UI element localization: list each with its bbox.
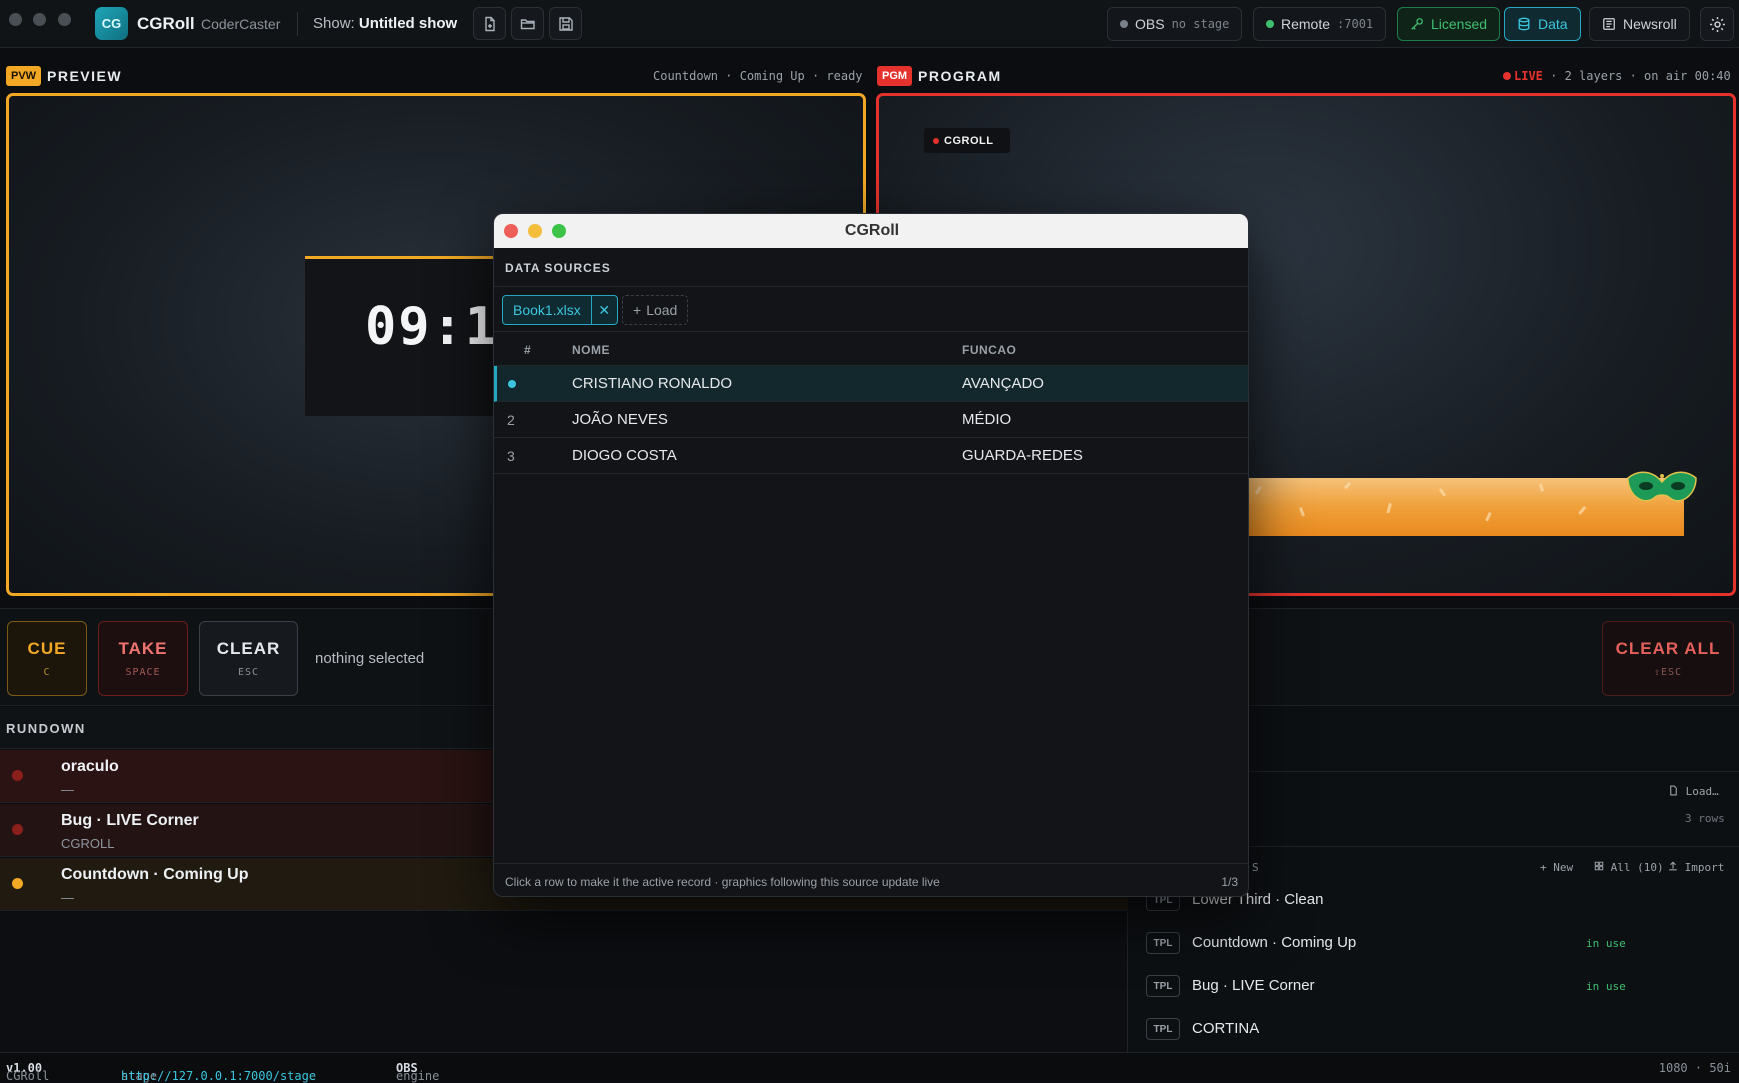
source-tab-label: Book1.xlsx (513, 302, 581, 318)
data-sources-header: DATA SOURCES (494, 248, 1248, 287)
rundown-status-dot (12, 824, 23, 835)
table-row[interactable]: CRISTIANO RONALDO AVANÇADO (494, 366, 1248, 402)
new-show-button[interactable] (473, 7, 506, 40)
column-header: NOME (572, 343, 610, 357)
active-record-dot (508, 380, 516, 388)
window-title: CGRoll (844, 222, 900, 239)
new-template-button[interactable]: + New (1540, 861, 1573, 874)
remote-status-dot (1266, 20, 1274, 28)
all-templates-button[interactable]: All (10) (1594, 861, 1664, 874)
confetti-decoration (1255, 482, 1636, 522)
remote-status[interactable]: Remote :7001 (1253, 7, 1387, 41)
settings-button[interactable] (1700, 7, 1734, 41)
save-show-button[interactable] (549, 7, 582, 40)
take-button[interactable]: TAKE SPACE (98, 621, 188, 696)
bug-dot (933, 137, 939, 144)
app-subtitle: CoderCaster (201, 16, 281, 32)
database-icon (1518, 17, 1530, 31)
rundown-status-dot (12, 878, 23, 889)
obs-status-dot (1120, 20, 1128, 28)
newsroll-button[interactable]: Newsroll (1589, 7, 1690, 41)
data-source-strip (1248, 772, 1739, 847)
app-logo: CG (95, 7, 128, 40)
plus-icon: + (633, 302, 642, 318)
clear-button[interactable]: CLEAR ESC (199, 621, 298, 696)
newspaper-icon (1603, 18, 1615, 30)
selection-status: nothing selected (315, 650, 425, 667)
library-strip (1248, 707, 1739, 772)
rundown-title: RUNDOWN (6, 721, 86, 736)
grid-icon (1594, 861, 1604, 871)
rundown-empty-area (0, 912, 1128, 1052)
file-icon (1670, 785, 1677, 796)
live-label: LIVE (1514, 69, 1543, 83)
show-name: Untitled show (358, 15, 458, 32)
footer-hint: Click a row to make it the active record… (505, 875, 940, 889)
status-format: 1080 · 50i (1658, 1061, 1731, 1075)
gear-icon (1709, 16, 1725, 32)
window-dot[interactable] (33, 13, 46, 26)
rundown-status-dot (12, 770, 23, 781)
data-sources-window: CGRoll DATA SOURCES Book1.xlsx ✕ + Load #… (493, 213, 1249, 897)
preview-status: Countdown · Coming Up · ready (653, 69, 863, 83)
obs-status[interactable]: OBS no stage (1107, 7, 1243, 41)
folder-open-icon (520, 18, 535, 29)
status-app: CGRoll v1.00 (6, 1061, 50, 1083)
column-header: FUNCAO (962, 343, 1017, 357)
import-button[interactable]: Import (1668, 861, 1724, 874)
rows-count: 3 rows (1685, 812, 1725, 825)
window-dot[interactable] (9, 13, 22, 26)
template-item[interactable]: TPL Countdown · Coming Up in use (1146, 928, 1736, 960)
lower-third-graphic (1239, 478, 1684, 536)
key-icon (1411, 18, 1423, 30)
carnival-mask-icon (1627, 471, 1697, 502)
preview-label: PREVIEW (47, 68, 123, 84)
live-dot (1503, 72, 1511, 80)
data-button[interactable]: Data (1504, 7, 1581, 41)
divider (297, 12, 298, 36)
window-dot[interactable] (58, 13, 71, 26)
licensed-button[interactable]: Licensed (1397, 7, 1501, 41)
record-count: 1/3 (1221, 875, 1238, 889)
cue-button[interactable]: CUE C (7, 621, 87, 696)
column-header: # (524, 343, 532, 357)
stage-url-link[interactable]: http://127.0.0.1:7000/stage (121, 1069, 316, 1083)
load-source-button[interactable]: + Load (622, 295, 689, 325)
source-tab[interactable]: Book1.xlsx ✕ (502, 295, 618, 325)
new-file-icon (484, 16, 495, 31)
clear-all-button[interactable]: CLEAR ALL ⇧ESC (1602, 621, 1734, 696)
load-data-button[interactable]: Load… (1668, 785, 1719, 798)
save-icon (558, 16, 573, 31)
live-bug-graphic: CGROLL (924, 128, 1010, 153)
program-label: PROGRAM (918, 68, 1002, 84)
app-name: CGRoll (137, 14, 195, 33)
preview-tag: PVW (6, 66, 42, 86)
table-header: # NOME FUNCAO (494, 332, 1248, 366)
window-titlebar: CGRoll (494, 214, 1248, 248)
status-bar: CGRoll v1.00 stage http://127.0.0.1:7000… (0, 1052, 1739, 1083)
status-engine: engine OBS (396, 1061, 440, 1083)
show-label: Show: Untitled show (313, 15, 458, 32)
template-item[interactable]: TPL CORTINA (1146, 1014, 1736, 1046)
close-tab-icon[interactable]: ✕ (590, 296, 617, 324)
table-row[interactable]: 3 DIOGO COSTA GUARDA-REDES (494, 438, 1248, 474)
table-row[interactable]: 2 JOÃO NEVES MÉDIO (494, 402, 1248, 438)
template-item[interactable]: TPL Bug · LIVE Corner in use (1146, 971, 1736, 1003)
upload-icon (1669, 861, 1677, 871)
data-sources-title: DATA SOURCES (505, 261, 611, 275)
top-bar: CG CGRoll CoderCaster Show: Untitled sho… (0, 0, 1739, 48)
templates-header: S (1252, 861, 1259, 874)
program-status: LIVE · 2 layers · on air 00:40 (1503, 69, 1731, 83)
source-tabs: Book1.xlsx ✕ + Load (494, 287, 1248, 332)
open-show-button[interactable] (511, 7, 544, 40)
program-tag: PGM (877, 66, 913, 86)
window-footer: Click a row to make it the active record… (494, 863, 1248, 896)
